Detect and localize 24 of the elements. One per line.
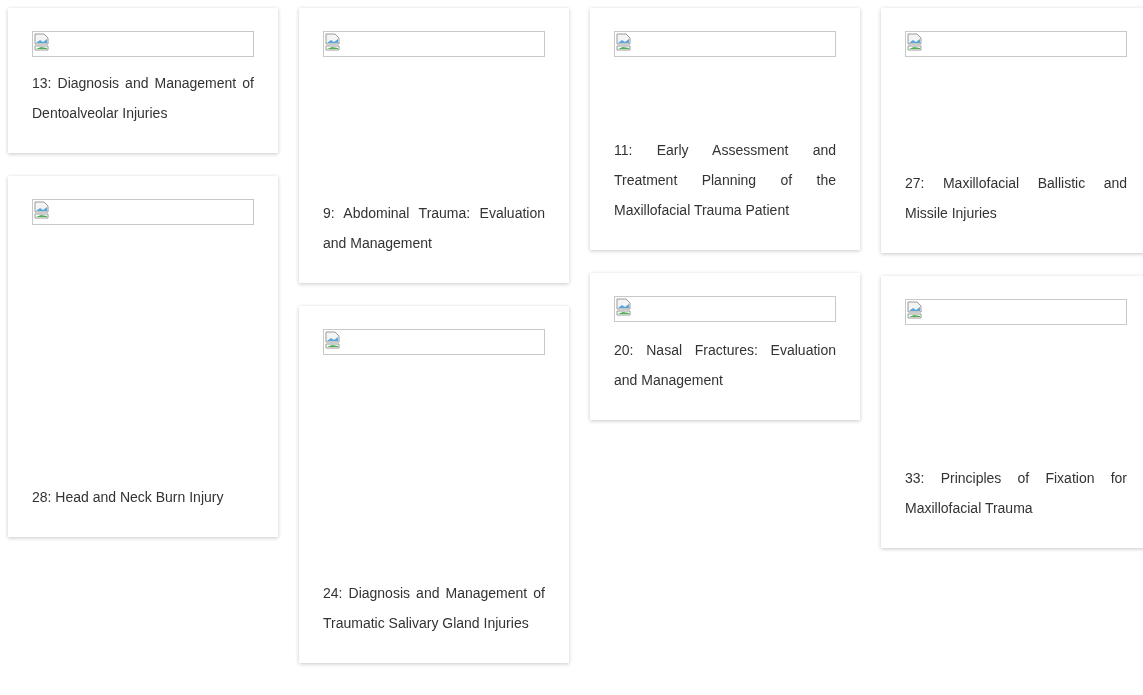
article-card[interactable]: 33: Principles of Fixation for Maxillofacial Trauma	[881, 276, 1143, 548]
card-title: 33: Principles of Fixation for Maxillofacial Trauma	[905, 469, 1127, 518]
article-card[interactable]: 24: Diagnosis and Management of Traumatic Salivary Gland Injuries	[299, 306, 569, 663]
card-title: 13: Diagnosis and Management of Dentoalveolar Injuries	[32, 74, 254, 123]
broken-image-icon	[34, 201, 50, 219]
article-card[interactable]: 27: Maxillofacial Ballistic and Missile Injuries	[881, 8, 1143, 253]
card-title: 28: Head and Neck Burn Injury	[32, 488, 225, 507]
article-card[interactable]: 13: Diagnosis and Management of Dentoalveolar Injuries	[8, 8, 278, 153]
article-card[interactable]: 20: Nasal Fractures: Evaluation and Management	[590, 273, 860, 420]
broken-image-icon	[907, 301, 923, 319]
card-title: 24: Diagnosis and Management of Traumatic Salivary Gland Injuries	[323, 584, 545, 633]
card-title: 27: Maxillofacial Ballistic and Missile Injuries	[905, 174, 1127, 223]
article-card[interactable]: 11: Early Assessment and Treatment Planning of the Maxillofacial Trauma Patient	[590, 8, 860, 250]
broken-image-icon	[325, 331, 341, 349]
card-title: 20: Nasal Fractures: Evaluation and Management	[614, 341, 836, 390]
card-title: 11: Early Assessment and Treatment Planning of the Maxillofacial Trauma Patient	[614, 141, 836, 220]
card-title: 9: Abdominal Trauma: Evaluation and Management	[323, 204, 545, 253]
broken-image-icon	[34, 33, 50, 51]
broken-image-icon	[907, 33, 923, 51]
article-card[interactable]: 28: Head and Neck Burn Injury	[8, 176, 278, 537]
broken-image-icon	[616, 298, 632, 316]
broken-image-icon	[325, 33, 341, 51]
article-card[interactable]: 9: Abdominal Trauma: Evaluation and Management	[299, 8, 569, 283]
broken-image-icon	[616, 33, 632, 51]
